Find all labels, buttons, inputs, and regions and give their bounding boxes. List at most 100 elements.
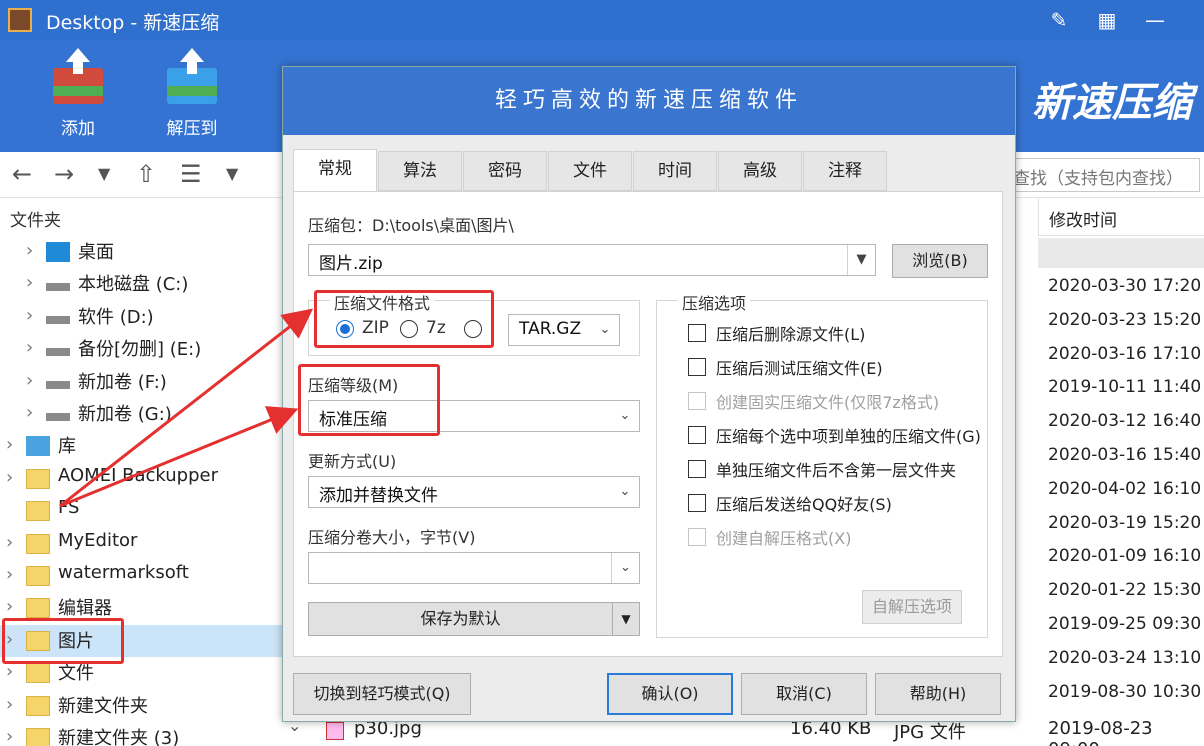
view-dropdown-icon[interactable]: ▼ [226,164,238,183]
drive-icon [46,283,70,292]
sidebar-item[interactable]: › 文件 [0,657,282,689]
sidebar-item[interactable]: › 桌面 [0,236,282,268]
edit-icon[interactable]: ✎ [1042,6,1076,34]
split-size-input[interactable]: ⌄ [308,552,640,584]
forward-arrow-icon[interactable]: → [54,160,74,188]
modified-time-column-header[interactable]: 修改时间 [1038,198,1204,236]
sidebar-item[interactable]: › watermarksoft [0,560,282,592]
chevron-right-icon[interactable]: › [6,629,13,650]
chevron-right-icon[interactable]: › [26,305,33,326]
sidebar-item[interactable]: › 新建文件夹 (3) [0,722,282,746]
chevron-right-icon[interactable]: › [26,337,33,358]
help-button[interactable]: 帮助(H) [875,673,1001,715]
save-default-dropdown-icon[interactable]: ▼ [612,602,640,636]
option-row[interactable]: 单独压缩文件后不含第一层文件夹 [688,454,1004,484]
back-arrow-icon[interactable]: ← [12,160,32,188]
chevron-down-icon[interactable]: ⌄ [611,553,639,583]
file-list: 修改时间 2020-03-30 17:20 2020-03-23 15:20 202… [1038,198,1204,746]
option-checkbox[interactable] [688,426,706,444]
tab[interactable]: 密码 [463,151,547,191]
dialog-title: 轻巧高效的新速压缩软件 [283,67,1015,135]
option-row[interactable]: 创建固实压缩文件(仅限7z格式) [688,386,1004,416]
up-folder-icon[interactable]: ⇧ [136,160,156,188]
chevron-right-icon[interactable]: › [6,434,13,455]
tab[interactable]: 文件 [548,151,632,191]
view-list-icon[interactable]: ☰ [180,160,202,188]
level-label: 压缩等级(M) [308,376,399,395]
modified-date-cell: 2020-03-19 15:20 [1048,512,1202,533]
option-label: 创建固实压缩文件(仅限7z格式) [716,393,940,412]
tab[interactable]: 算法 [378,151,462,191]
option-row[interactable]: 压缩后测试压缩文件(E) [688,352,1004,382]
sidebar-item[interactable]: › 图片 [0,624,282,657]
chevron-right-icon[interactable]: › [6,726,13,746]
sidebar-item[interactable]: FS [0,495,282,527]
option-row[interactable]: 压缩后发送给QQ好友(S) [688,488,1004,518]
chevron-right-icon[interactable]: › [6,661,13,682]
format-7z-radio[interactable] [400,320,418,338]
add-button-label: 添加 [61,119,95,139]
tab[interactable]: 常规 [293,149,377,193]
chevron-down-icon[interactable]: ▼ [847,245,875,275]
sidebar-item[interactable]: › 本地磁盘 (C:) [0,268,282,300]
chevron-right-icon[interactable]: › [6,694,13,715]
chevron-down-icon[interactable]: ⌄ [611,401,639,431]
chevron-right-icon[interactable]: › [6,564,13,585]
sidebar-item[interactable]: › AOMEI Backupper [0,463,282,495]
option-row[interactable]: 创建自解压格式(X) [688,522,1004,552]
option-checkbox[interactable] [688,392,706,410]
grid-icon[interactable]: ▦ [1090,6,1124,34]
sidebar-item[interactable]: › 软件 (D:) [0,301,282,333]
tab[interactable]: 注释 [803,151,887,191]
sidebar-item[interactable]: › 新建文件夹 [0,690,282,722]
history-dropdown-icon[interactable]: ▼ [98,164,110,183]
folder-icon [26,728,50,746]
sidebar-item[interactable]: › 库 [0,430,282,462]
sidebar-item[interactable]: › 新加卷 (F:) [0,366,282,398]
extract-button[interactable]: 解压到 [152,48,232,139]
option-checkbox[interactable] [688,460,706,478]
folder-icon [26,630,50,651]
chevron-down-icon[interactable]: ⌄ [611,477,639,507]
update-select[interactable]: 添加并替换文件 ⌄ [308,476,640,508]
ok-button[interactable]: 确认(O) [607,673,733,715]
sfx-options-button[interactable]: 自解压选项 [862,590,962,624]
format-7z-label: 7z [426,318,446,338]
option-checkbox[interactable] [688,324,706,342]
archive-name-input[interactable]: 图片.zip ▼ [308,244,876,276]
option-checkbox[interactable] [688,358,706,376]
sidebar-item-label: 本地磁盘 (C:) [78,274,189,296]
add-button[interactable]: 添加 [38,48,118,139]
chevron-right-icon[interactable]: › [26,402,33,423]
sidebar-item[interactable]: › MyEditor [0,528,282,560]
option-row[interactable]: 压缩每个选中项到单独的压缩文件(G) [688,420,1004,450]
format-other-radio[interactable] [464,320,482,338]
format-select[interactable]: TAR.GZ ⌄ [508,314,620,346]
format-zip-radio[interactable] [336,320,354,338]
chevron-right-icon[interactable]: › [26,272,33,293]
search-input[interactable]: 查找（支持包内查找） [1008,158,1200,192]
sidebar-item[interactable]: › 备份[勿删] (E:) [0,333,282,365]
browse-button[interactable]: 浏览(B) [892,244,988,278]
chevron-right-icon[interactable]: › [26,240,33,261]
folder-icon [26,663,50,684]
chevron-down-icon[interactable]: ⌄ [591,315,619,345]
modified-date-cell: 2019-10-11 11:40 [1048,377,1202,398]
sidebar-item[interactable]: › 编辑器 [0,592,282,624]
tab[interactable]: 高级 [718,151,802,191]
chevron-right-icon[interactable]: › [6,596,13,617]
minimize-icon[interactable]: — [1138,6,1172,34]
chevron-right-icon[interactable]: › [6,532,13,553]
chevron-right-icon[interactable]: › [26,370,33,391]
save-default-button[interactable]: 保存为默认 [308,602,612,636]
sidebar-item-label: 新建文件夹 [58,695,148,717]
option-checkbox[interactable] [688,494,706,512]
chevron-right-icon[interactable]: › [6,467,13,488]
option-row[interactable]: 压缩后删除源文件(L) [688,318,1004,348]
sidebar-item[interactable]: › 新加卷 (G:) [0,398,282,430]
cancel-button[interactable]: 取消(C) [741,673,867,715]
option-checkbox[interactable] [688,528,706,546]
tab[interactable]: 时间 [633,151,717,191]
level-select[interactable]: 标准压缩 ⌄ [308,400,640,432]
switch-mode-button[interactable]: 切换到轻巧模式(Q) [293,673,471,715]
